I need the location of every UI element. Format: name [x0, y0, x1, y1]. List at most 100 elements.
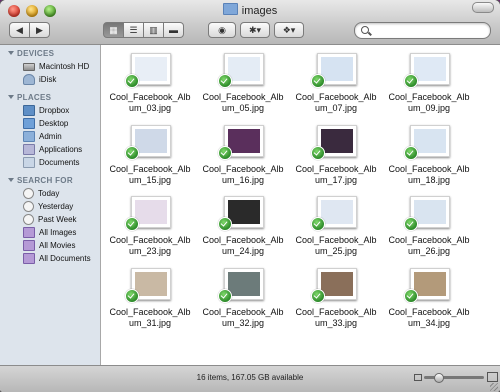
sidebar-item[interactable]: Dropbox — [0, 104, 100, 117]
file-item[interactable]: Cool_Facebook_Alb um_16.jpg — [198, 125, 288, 195]
file-name: Cool_Facebook_Alb um_25.jpg — [291, 235, 381, 257]
icon-view-icon: ▦ — [109, 24, 118, 35]
sidebar-item[interactable]: Macintosh HD — [0, 60, 100, 73]
file-item[interactable]: Cool_Facebook_Alb um_24.jpg — [198, 196, 288, 266]
sidebar-item[interactable]: Applications — [0, 143, 100, 156]
file-name: Cool_Facebook_Alb um_16.jpg — [198, 164, 288, 186]
icon-size-slider[interactable] — [424, 373, 484, 383]
forward-button[interactable]: ▶ — [30, 22, 50, 38]
file-name: Cool_Facebook_Alb um_15.jpg — [105, 164, 195, 186]
file-item[interactable]: Cool_Facebook_Alb um_15.jpg — [105, 125, 195, 195]
dropbox-menu-button[interactable]: ❖▾ — [274, 22, 304, 38]
file-item[interactable]: Cool_Facebook_Alb um_07.jpg — [291, 53, 381, 123]
sidebar-item-label: Admin — [39, 132, 62, 141]
file-name: Cool_Facebook_Alb um_05.jpg — [198, 92, 288, 114]
toolbar-toggle-button[interactable] — [472, 2, 494, 13]
synced-checkmark-icon — [404, 74, 418, 88]
thumbnail-image — [228, 272, 260, 296]
file-item[interactable]: Cool_Facebook_Alb um_26.jpg — [384, 196, 474, 266]
file-item[interactable]: Cool_Facebook_Alb um_05.jpg — [198, 53, 288, 123]
sidebar-item[interactable]: Documents — [0, 156, 100, 169]
sidebar-item-label: Today — [38, 189, 60, 198]
sidebar-item[interactable]: All Movies — [0, 239, 100, 252]
coverflow-view-button[interactable]: ▬ — [164, 22, 184, 38]
column-view-button[interactable]: ▥ — [144, 22, 164, 38]
desktop-icon — [23, 118, 35, 129]
quicklook-group: ◉ — [208, 22, 236, 38]
file-name-line: Cool_Facebook_Alb — [295, 92, 377, 102]
file-name: Cool_Facebook_Alb um_32.jpg — [198, 307, 288, 329]
sidebar-item[interactable]: All Images — [0, 226, 100, 239]
disclosure-triangle-icon[interactable] — [8, 178, 14, 182]
resize-grip[interactable] — [490, 383, 498, 391]
window-title: images — [0, 3, 500, 17]
file-item[interactable]: Cool_Facebook_Alb um_25.jpg — [291, 196, 381, 266]
synced-checkmark-icon — [125, 74, 139, 88]
sidebar-item[interactable]: All Documents — [0, 252, 100, 265]
action-group: ✱▾ — [240, 22, 270, 38]
applications-icon — [23, 144, 35, 155]
file-name-line: Cool_Facebook_Alb — [202, 92, 284, 102]
dropbox-icon: ❖▾ — [282, 24, 296, 35]
list-view-button[interactable]: ☰ — [124, 22, 144, 38]
synced-checkmark-icon — [125, 146, 139, 160]
synced-checkmark-icon — [218, 74, 232, 88]
harddrive-icon — [23, 62, 35, 71]
home-icon — [23, 131, 35, 142]
sidebar-item[interactable]: Admin — [0, 130, 100, 143]
sidebar-section-header[interactable]: DEVICES — [8, 49, 100, 58]
coverflow-view-icon: ▬ — [169, 25, 178, 35]
file-item[interactable]: Cool_Facebook_Alb um_23.jpg — [105, 196, 195, 266]
thumbnail-image — [228, 129, 260, 153]
sidebar-item[interactable]: Today — [0, 187, 100, 200]
documents-icon — [23, 157, 35, 168]
sidebar-item-label: Desktop — [39, 119, 69, 128]
synced-checkmark-icon — [125, 289, 139, 303]
sidebar-item[interactable]: Yesterday — [0, 200, 100, 213]
clock-icon — [23, 188, 34, 199]
file-name: Cool_Facebook_Alb um_07.jpg — [291, 92, 381, 114]
column-view-icon: ▥ — [149, 24, 158, 35]
disclosure-triangle-icon[interactable] — [8, 51, 14, 55]
file-item[interactable]: Cool_Facebook_Alb um_18.jpg — [384, 125, 474, 195]
search-icon — [361, 26, 369, 34]
sidebar-item-label: All Documents — [39, 254, 91, 263]
sidebar-section-header[interactable]: SEARCH FOR — [8, 176, 100, 185]
file-item[interactable]: Cool_Facebook_Alb um_17.jpg — [291, 125, 381, 195]
action-menu-button[interactable]: ✱▾ — [240, 22, 270, 38]
file-item[interactable]: Cool_Facebook_Alb um_32.jpg — [198, 268, 288, 338]
sidebar-item-label: Macintosh HD — [39, 62, 90, 71]
icon-view-button[interactable]: ▦ — [103, 22, 124, 38]
quicklook-button[interactable]: ◉ — [208, 22, 236, 38]
sidebar-item[interactable]: Desktop — [0, 117, 100, 130]
window-title-text: images — [241, 5, 278, 17]
file-name-line: um_23.jpg — [128, 246, 172, 256]
sidebar-section-header[interactable]: PLACES — [8, 93, 100, 102]
sidebar: DEVICES Macintosh HD iDisk PLACES Dropbox Des… — [0, 45, 101, 365]
sidebar-item-label: iDisk — [39, 75, 57, 84]
search-input[interactable] — [354, 22, 491, 39]
file-item[interactable]: Cool_Facebook_Alb um_33.jpg — [291, 268, 381, 338]
file-name-line: Cool_Facebook_Alb — [109, 164, 191, 174]
file-item[interactable]: Cool_Facebook_Alb um_09.jpg — [384, 53, 474, 123]
file-name-line: Cool_Facebook_Alb — [388, 92, 470, 102]
file-name-line: um_15.jpg — [128, 175, 172, 185]
thumbnail-image — [414, 129, 446, 153]
file-item[interactable]: Cool_Facebook_Alb um_31.jpg — [105, 268, 195, 338]
sidebar-item[interactable]: iDisk — [0, 73, 100, 86]
thumbnail-image — [414, 272, 446, 296]
status-bar: 16 items, 167.05 GB available — [0, 365, 500, 392]
file-item[interactable]: Cool_Facebook_Alb um_03.jpg — [105, 53, 195, 123]
disclosure-triangle-icon[interactable] — [8, 95, 14, 99]
sidebar-item[interactable]: Past Week — [0, 213, 100, 226]
synced-checkmark-icon — [311, 146, 325, 160]
thumbnail-image — [321, 272, 353, 296]
file-name-line: Cool_Facebook_Alb — [295, 235, 377, 245]
back-button[interactable]: ◀ — [9, 22, 30, 38]
file-item[interactable]: Cool_Facebook_Alb um_34.jpg — [384, 268, 474, 338]
thumbnail-image — [321, 200, 353, 224]
synced-checkmark-icon — [404, 217, 418, 231]
smart-folder-icon — [23, 253, 35, 264]
thumbnail-image — [228, 57, 260, 81]
